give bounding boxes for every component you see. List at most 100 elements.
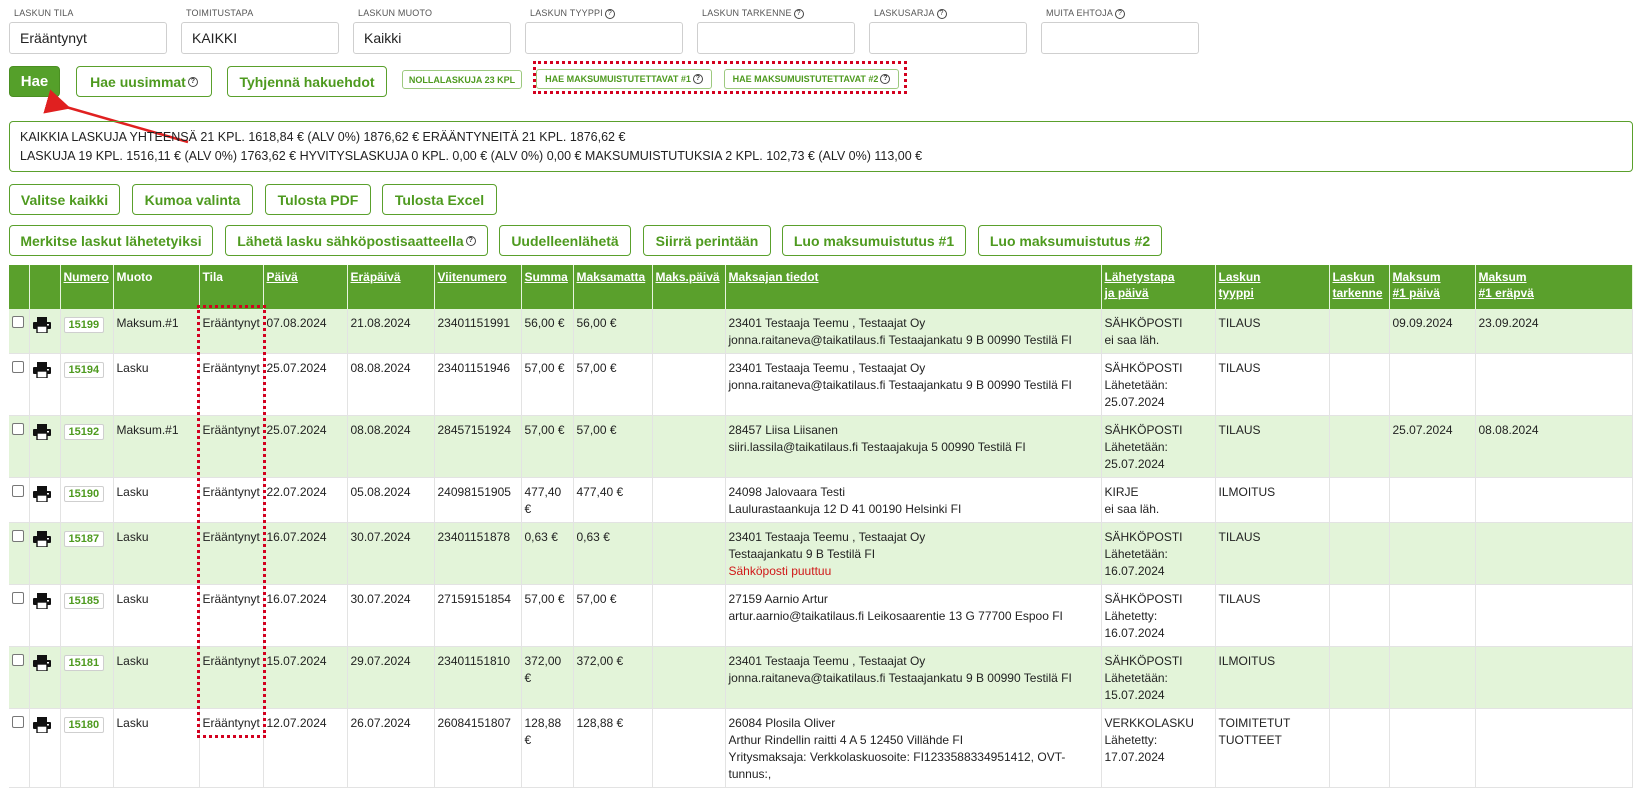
tila-value: Erääntynyt [202,530,260,544]
send-method: KIRJE [1104,485,1139,499]
viite-cell: 28457151924 [434,415,522,478]
help-icon[interactable]: ? [936,8,947,19]
row-checkbox[interactable] [12,361,24,373]
printer-icon[interactable] [32,531,51,547]
type-cell: TILAUS [1215,522,1330,585]
search-button[interactable]: Hae [9,66,60,97]
table-row[interactable]: 15181 Lasku Erääntynyt 15.07.2024 29.07.2024… [9,646,1633,709]
help-icon[interactable]: ? [187,76,198,87]
invoice-number-link[interactable]: 15194 [63,362,105,378]
col-paiva[interactable]: Päivä [263,265,348,309]
row-checkbox[interactable] [12,716,24,728]
col-laskun-tyyppi[interactable]: Laskun tyyppi [1215,265,1330,309]
resend-button[interactable]: Uudelleenlähetä [499,225,631,256]
invoice-number-link[interactable]: 15187 [63,531,105,547]
printer-icon[interactable] [32,486,51,502]
maksamatta-cell: 128,88 € [573,708,653,788]
help-icon[interactable]: ? [604,8,615,19]
invoice-number-link[interactable]: 15199 [63,317,105,333]
maksamatta-value: 56,00 € [576,316,617,330]
send-email-label: Lähetä lasku sähköpostisaatteella [237,232,464,249]
row-checkbox[interactable] [12,592,24,604]
printer-icon[interactable] [32,424,51,440]
printer-icon[interactable] [32,717,51,733]
table-row[interactable]: 15199 Maksum.#1 Erääntynyt 07.08.2024 21.08.… [9,309,1633,354]
erapaiva-cell: 30.07.2024 [347,584,435,647]
filter-input[interactable] [697,22,855,54]
table-row[interactable]: 15187 Lasku Erääntynyt 16.07.2024 30.07.2024… [9,522,1633,585]
col-erapaiva[interactable]: Eräpäivä [347,265,435,309]
erapaiva-value: 29.07.2024 [350,654,411,668]
table-row[interactable]: 15180 Lasku Erääntynyt 12.07.2024 26.07.2024… [9,708,1633,788]
search-new-label: Hae uusimmat [90,73,186,90]
payer-name: 28457 Liisa Liisanen [728,423,838,437]
col-maksum-erapaiva[interactable]: Maksum #1 eräpvä [1475,265,1633,309]
create-reminder-1-button[interactable]: Luo maksumuistutus #1 [782,225,966,256]
muoto-value: Lasku [116,485,149,499]
numero-cell: 15187 [60,522,114,585]
summa-cell: 477,40 € [521,477,574,523]
send-method: SÄHKÖPOSTI [1104,316,1183,330]
print-excel-button[interactable]: Tulosta Excel [382,184,497,215]
invoice-number-link[interactable]: 15192 [63,424,105,440]
filter-input[interactable]: Kaikki [353,22,511,54]
collection-button[interactable]: Siirrä perintään [643,225,771,256]
makspaiva-cell [652,353,726,416]
muoto-value: Maksum.#1 [116,316,179,330]
send-status: ei saa läh. [1104,502,1160,516]
table-row[interactable]: 15192 Maksum.#1 Erääntynyt 25.07.2024 08.08.… [9,415,1633,478]
col-summa[interactable]: Summa [521,265,574,309]
payer-name: 27159 Aarnio Artur [728,592,828,606]
invoice-number-link[interactable]: 15190 [63,486,105,502]
filter-input[interactable] [869,22,1027,54]
table-row[interactable]: 15190 Lasku Erääntynyt 22.07.2024 05.08.2024… [9,477,1633,523]
col-maksum-paiva[interactable]: Maksum #1 päivä [1389,265,1476,309]
maksum-paiva-cell [1389,477,1476,523]
mark-sent-button[interactable]: Merkitse laskut lähetetyiksi [9,225,213,256]
col-viitenumero[interactable]: Viitenumero [434,265,522,309]
col-laskun-tarkenne[interactable]: Laskun tarkenne [1329,265,1390,309]
table-row[interactable]: 15185 Lasku Erääntynyt 16.07.2024 30.07.2024… [9,584,1633,647]
table-row[interactable]: 15194 Lasku Erääntynyt 25.07.2024 08.08.2024… [9,353,1633,416]
row-checkbox[interactable] [12,530,24,542]
printer-icon[interactable] [32,655,51,671]
printer-icon[interactable] [32,593,51,609]
invoice-number-link[interactable]: 15180 [63,717,105,733]
help-icon[interactable]: ? [1115,8,1126,19]
type-cell: TOIMITETUT TUOTTEET [1215,708,1330,788]
row-checkbox[interactable] [12,654,24,666]
search-new-button[interactable]: Hae uusimmat ? [76,66,212,97]
col-maksajan-tiedot[interactable]: Maksajan tiedot [725,265,1102,309]
select-all-button[interactable]: Valitse kaikki [9,184,120,215]
invoice-number-link[interactable]: 15185 [63,593,105,609]
select-cell [9,353,30,416]
print-pdf-button[interactable]: Tulosta PDF [265,184,371,215]
printer-icon[interactable] [32,317,51,333]
summa-cell: 57,00 € [521,415,574,478]
col-numero[interactable]: Numero [60,265,114,309]
col-lahetystapa[interactable]: Lähetystapa ja päivä [1101,265,1216,309]
send-email-button[interactable]: Lähetä lasku sähköpostisaatteella ? [225,225,488,256]
zero-invoices-button[interactable]: NOLLALASKUJA 23 KPL [402,70,522,89]
filter-label: LASKUN MUOTO [358,8,433,18]
create-reminder-2-button[interactable]: Luo maksumuistutus #2 [978,225,1162,256]
filter-input[interactable]: KAIKKI [181,22,339,54]
invoice-number-link[interactable]: 15181 [63,655,105,671]
row-checkbox[interactable] [12,423,24,435]
printer-icon[interactable] [32,362,51,378]
help-icon[interactable]: ? [793,8,804,19]
col-makspaiva[interactable]: Maks.päivä [652,265,726,309]
help-icon[interactable]: ? [465,235,476,246]
filter-0: LASKUN TILA Erääntynyt [9,7,179,54]
filter-input[interactable]: Erääntynyt [9,22,167,54]
maksum-paiva-cell [1389,708,1476,788]
row-checkbox[interactable] [12,485,24,497]
clear-filters-button[interactable]: Tyhjennä hakuehdot [227,66,387,97]
deselect-button[interactable]: Kumoa valinta [132,184,253,215]
filter-input[interactable] [525,22,683,54]
row-checkbox[interactable] [12,316,24,328]
col-maksamatta[interactable]: Maksamatta [573,265,653,309]
summa-value: 0,63 € [524,530,558,544]
payer-cell: 28457 Liisa Liisanen siiri.lassila@taikat… [725,415,1102,478]
filter-input[interactable] [1041,22,1199,54]
